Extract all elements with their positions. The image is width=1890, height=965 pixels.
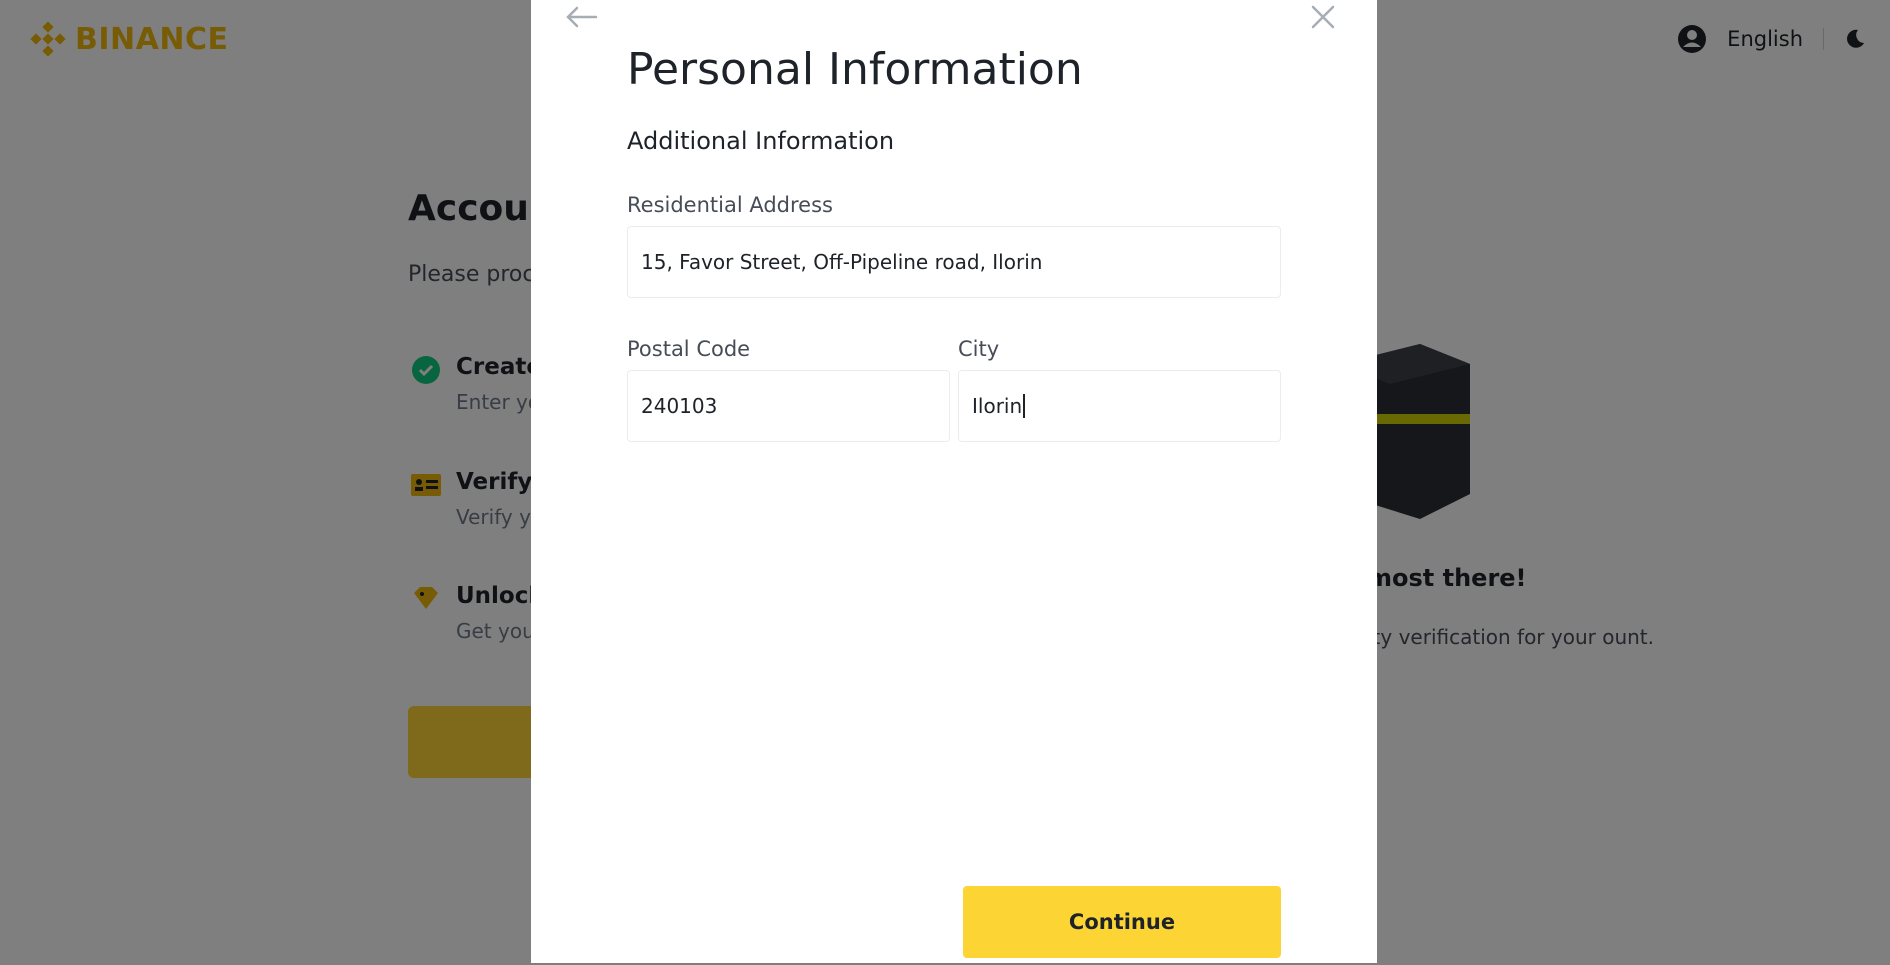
modal-title: Personal Information: [627, 44, 1083, 95]
postal-code-label: Postal Code: [627, 337, 751, 361]
section-title: Additional Information: [627, 127, 895, 155]
personal-information-modal: Personal Information Additional Informat…: [531, 0, 1377, 963]
city-input-value: Ilorin: [972, 394, 1023, 418]
city-label: City: [958, 337, 1000, 361]
close-icon[interactable]: [1308, 2, 1338, 32]
residential-address-input[interactable]: [627, 226, 1281, 298]
city-input[interactable]: Ilorin: [958, 370, 1281, 442]
text-caret: [1023, 394, 1025, 418]
continue-button[interactable]: Continue: [963, 886, 1281, 958]
postal-code-input[interactable]: [627, 370, 950, 442]
back-arrow-icon[interactable]: [564, 4, 598, 30]
address-label: Residential Address: [627, 193, 833, 217]
